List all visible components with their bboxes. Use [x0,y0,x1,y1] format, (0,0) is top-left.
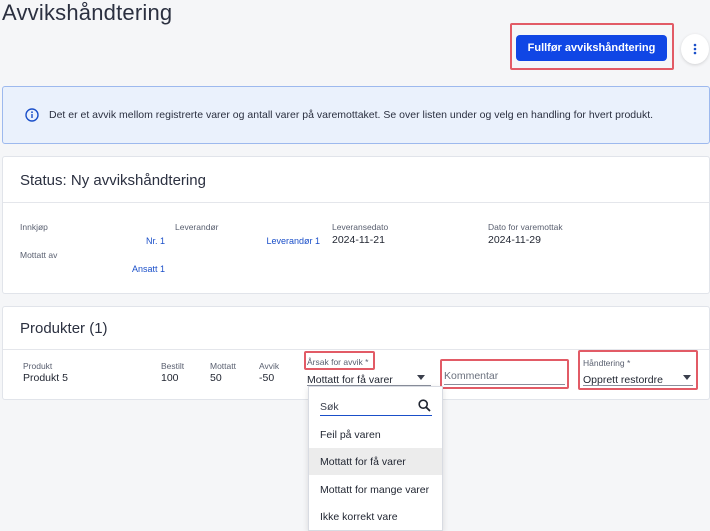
innkjop-label: Innkjøp [20,222,48,232]
info-banner: Det er et avvik mellom registrerte varer… [2,86,710,144]
info-icon [25,108,39,122]
leverandor-label: Leverandør [175,222,219,232]
leveransedato-value: 2024-11-21 [332,234,385,246]
products-title: Produkter (1) [20,320,108,337]
leveransedato-label: Leveransedato [332,222,389,232]
reason-dropdown-panel: Søk Feil på varen Mottatt for få varer M… [308,386,443,531]
mottatt-value: 50 [210,372,222,384]
complete-deviation-button[interactable]: Fullfør avvikshåndtering [516,35,667,61]
chevron-down-icon [683,375,691,380]
reason-select[interactable]: Mottatt for få varer [307,370,431,386]
bestilt-value: 100 [161,372,179,384]
dropdown-search[interactable]: Søk [320,397,432,416]
innkjop-link[interactable]: Nr. 1 [103,236,165,246]
divider [3,202,709,203]
dropdown-option-selected[interactable]: Mottatt for få varer [309,448,442,475]
mottatt-av-link[interactable]: Ansatt 1 [93,264,165,274]
dropdown-option[interactable]: Mottatt for mange varer [309,476,442,503]
handling-label: Håndtering * [583,358,631,368]
search-icon [418,399,431,412]
dropdown-option[interactable]: Ikke korrekt vare [309,503,442,530]
handling-select[interactable]: Opprett restordre [583,370,693,386]
vertical-dots-icon [693,43,697,55]
col-avvik-label: Avvik [259,361,280,371]
reason-label: Årsak for avvik * [307,357,369,367]
col-produkt-label: Produkt [23,361,53,371]
leverandor-link[interactable]: Leverandør 1 [243,236,320,246]
status-title: Status: Ny avvikshåndtering [20,172,206,189]
handling-select-value: Opprett restordre [583,374,663,386]
varemottak-label: Dato for varemottak [488,222,563,232]
page-title: Avvikshåndtering [2,0,173,25]
dropdown-option[interactable]: Feil på varen [309,421,442,448]
search-placeholder: Søk [320,401,339,413]
mottatt-av-label: Mottatt av [20,250,58,260]
chevron-down-icon [417,375,425,380]
comment-input[interactable]: Kommentar [444,363,565,385]
status-card: Status: Ny avvikshåndtering Innkjøp Nr. … [2,156,710,294]
info-banner-text: Det er et avvik mellom registrerte varer… [49,109,654,121]
avvik-value: -50 [259,372,275,384]
col-mottatt-label: Mottatt [210,361,236,371]
varemottak-value: 2024-11-29 [488,234,541,246]
more-options-button[interactable] [681,34,709,64]
reason-select-value: Mottatt for få varer [307,374,393,386]
comment-placeholder: Kommentar [444,370,499,382]
produkt-value: Produkt 5 [23,372,68,384]
col-bestilt-label: Bestilt [161,361,185,371]
